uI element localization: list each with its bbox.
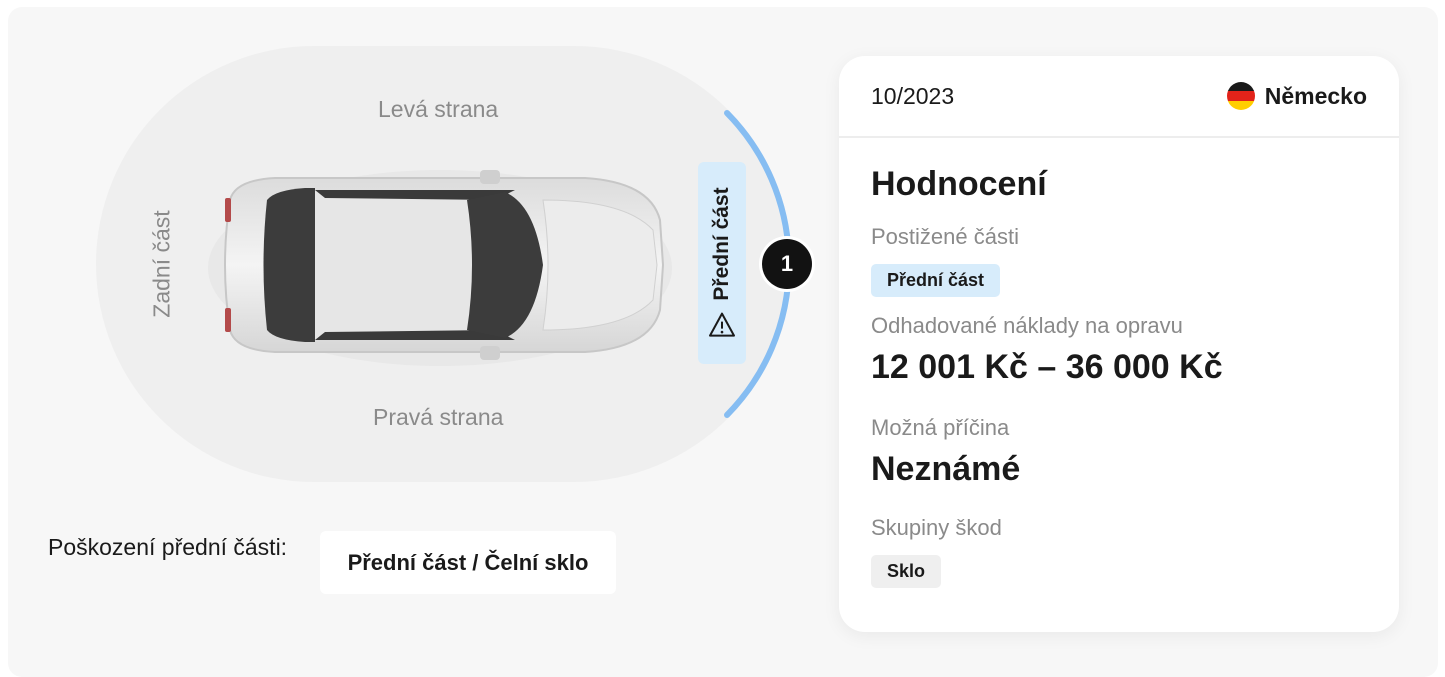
cost-label: Odhadované náklady na opravu — [871, 313, 1183, 338]
front-zone-highlight[interactable]: Přední část — [698, 162, 746, 364]
cost-value: 12 001 Kč – 36 000 Kč — [871, 348, 1223, 386]
car-top-view-image — [208, 170, 672, 366]
card-header: 10/2023 Německo — [839, 56, 1399, 138]
damage-groups-label: Skupiny škod — [871, 515, 1002, 540]
affected-parts-label: Postižené části — [871, 224, 1019, 249]
country: Německo — [1226, 82, 1367, 110]
damage-label: Poškození přední části: — [48, 534, 288, 560]
cause-value: Neznámé — [871, 450, 1021, 488]
date: 10/2023 — [871, 82, 955, 109]
rear-label: Zadní část — [148, 210, 175, 318]
damage-group-chip: Sklo — [871, 555, 942, 588]
right-side-label: Pravá strana — [373, 404, 504, 430]
affected-part-chip: Přední část — [871, 264, 1001, 297]
damage-marker[interactable]: 1 — [762, 239, 812, 289]
cause-label: Možná příčina — [871, 415, 1010, 440]
front-zone-label: Přední část — [710, 187, 733, 301]
damage-value-box: Přední část / Čelní sklo — [320, 531, 616, 594]
country-name: Německo — [1264, 82, 1367, 109]
warning-icon — [709, 312, 735, 337]
card-title: Hodnocení — [871, 165, 1047, 203]
left-side-label: Levá strana — [378, 96, 499, 122]
germany-flag-icon — [1226, 82, 1255, 110]
assessment-card: 10/2023 Německo Hodnocení Postižené část… — [839, 56, 1399, 632]
